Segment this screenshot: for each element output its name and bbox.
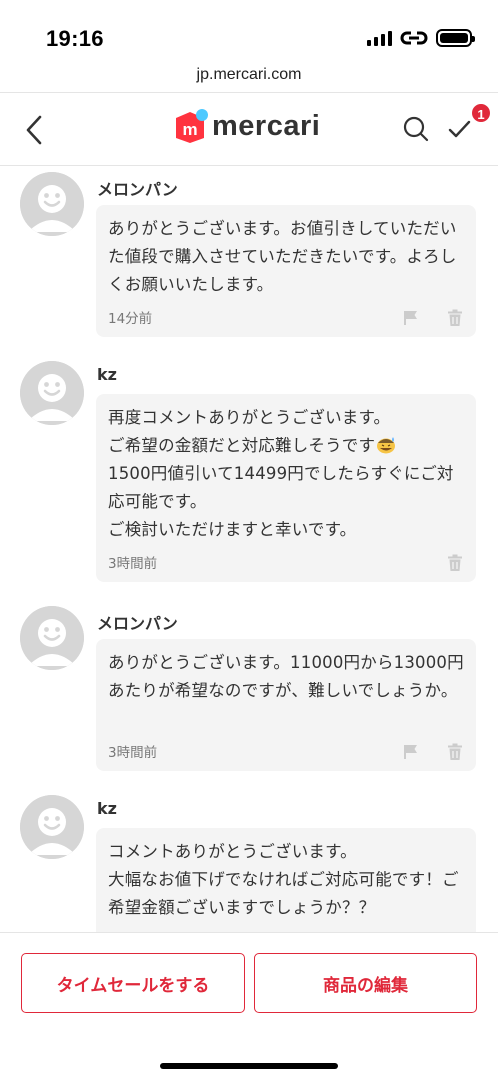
comment-author: メロンパン — [97, 614, 178, 633]
back-button[interactable] — [20, 113, 50, 147]
avatar-icon — [20, 361, 84, 425]
avatar[interactable] — [20, 795, 84, 859]
home-indicator[interactable] — [160, 1063, 338, 1069]
comment-text-part: 1500円値引いて14499円でしたらすぐにご対応可能です。 ご検討いただけます… — [108, 464, 454, 539]
time-sale-button[interactable]: タイムセールをする — [21, 953, 245, 1013]
svg-text:m: m — [182, 120, 197, 139]
logo-text: mercari — [212, 109, 321, 142]
avatar[interactable] — [20, 172, 84, 236]
flag-icon[interactable] — [402, 743, 420, 761]
trash-icon[interactable] — [446, 743, 464, 761]
trash-icon[interactable] — [446, 554, 464, 572]
trash-icon[interactable] — [446, 309, 464, 327]
comment-time: 3時間前 — [108, 556, 158, 572]
comment-bubble: ありがとうございます。11000円から13000円あたりが希望なのですが、難しい… — [96, 639, 476, 771]
flag-icon[interactable] — [402, 309, 420, 327]
url-bar[interactable]: jp.mercari.com — [0, 62, 498, 92]
status-icons — [367, 29, 475, 47]
signal-icon — [367, 30, 392, 46]
avatar[interactable] — [20, 606, 84, 670]
comment-text: 再度コメントありがとうございます。 ご希望の金額だと対応難しそうです 1500円… — [108, 404, 464, 544]
comment-author: kz — [97, 365, 117, 384]
app-header: m mercari — [0, 92, 498, 166]
comment-author: メロンパン — [97, 180, 178, 199]
comment-bubble: コメントありがとうございます。 大幅なお値下げでなければご対応可能です！ご希望金… — [96, 828, 476, 932]
mercari-logo-mark: m — [174, 109, 208, 143]
status-bar: 19:16 — [0, 0, 498, 62]
avatar-icon — [20, 172, 84, 236]
comment-text: コメントありがとうございます。 大幅なお値下げでなければご対応可能です！ご希望金… — [108, 842, 459, 917]
link-icon — [400, 31, 428, 45]
comment-actions — [402, 309, 464, 327]
comment-text: ありがとうございます。お値引きしていただいた値段で購入させていただきたいです。よ… — [108, 219, 457, 294]
comment-author: kz — [97, 799, 117, 818]
comment-actions — [446, 554, 464, 572]
comment-bubble: 再度コメントありがとうございます。 ご希望の金額だと対応難しそうです 1500円… — [96, 394, 476, 582]
back-icon — [26, 115, 42, 145]
battery-icon — [436, 29, 475, 47]
search-button[interactable] — [402, 115, 430, 143]
sweat-smile-emoji — [377, 437, 396, 454]
todo-badge: 1 — [470, 102, 492, 124]
avatar-icon — [20, 795, 84, 859]
comment-bubble: ありがとうございます。お値引きしていただいた値段で購入させていただきたいです。よ… — [96, 205, 476, 337]
mercari-logo[interactable]: m mercari — [174, 109, 320, 143]
comment-text-part: 再度コメントありがとうございます。 ご希望の金額だと対応難しそうです — [108, 408, 391, 455]
avatar-icon — [20, 606, 84, 670]
comment-time: 14分前 — [108, 311, 153, 327]
comment-time: 3時間前 — [108, 745, 158, 761]
status-time: 19:16 — [46, 26, 104, 51]
comment-text: ありがとうございます。11000円から13000円あたりが希望なのですが、難しい… — [108, 653, 464, 700]
comments-list[interactable]: メロンパン ありがとうございます。お値引きしていただいた値段で購入させていただき… — [0, 166, 498, 932]
edit-item-button[interactable]: 商品の編集 — [254, 953, 477, 1013]
bottom-action-bar: タイムセールをする 商品の編集 — [0, 932, 498, 1080]
avatar[interactable] — [20, 361, 84, 425]
comment-actions — [402, 743, 464, 761]
search-icon — [403, 116, 429, 142]
